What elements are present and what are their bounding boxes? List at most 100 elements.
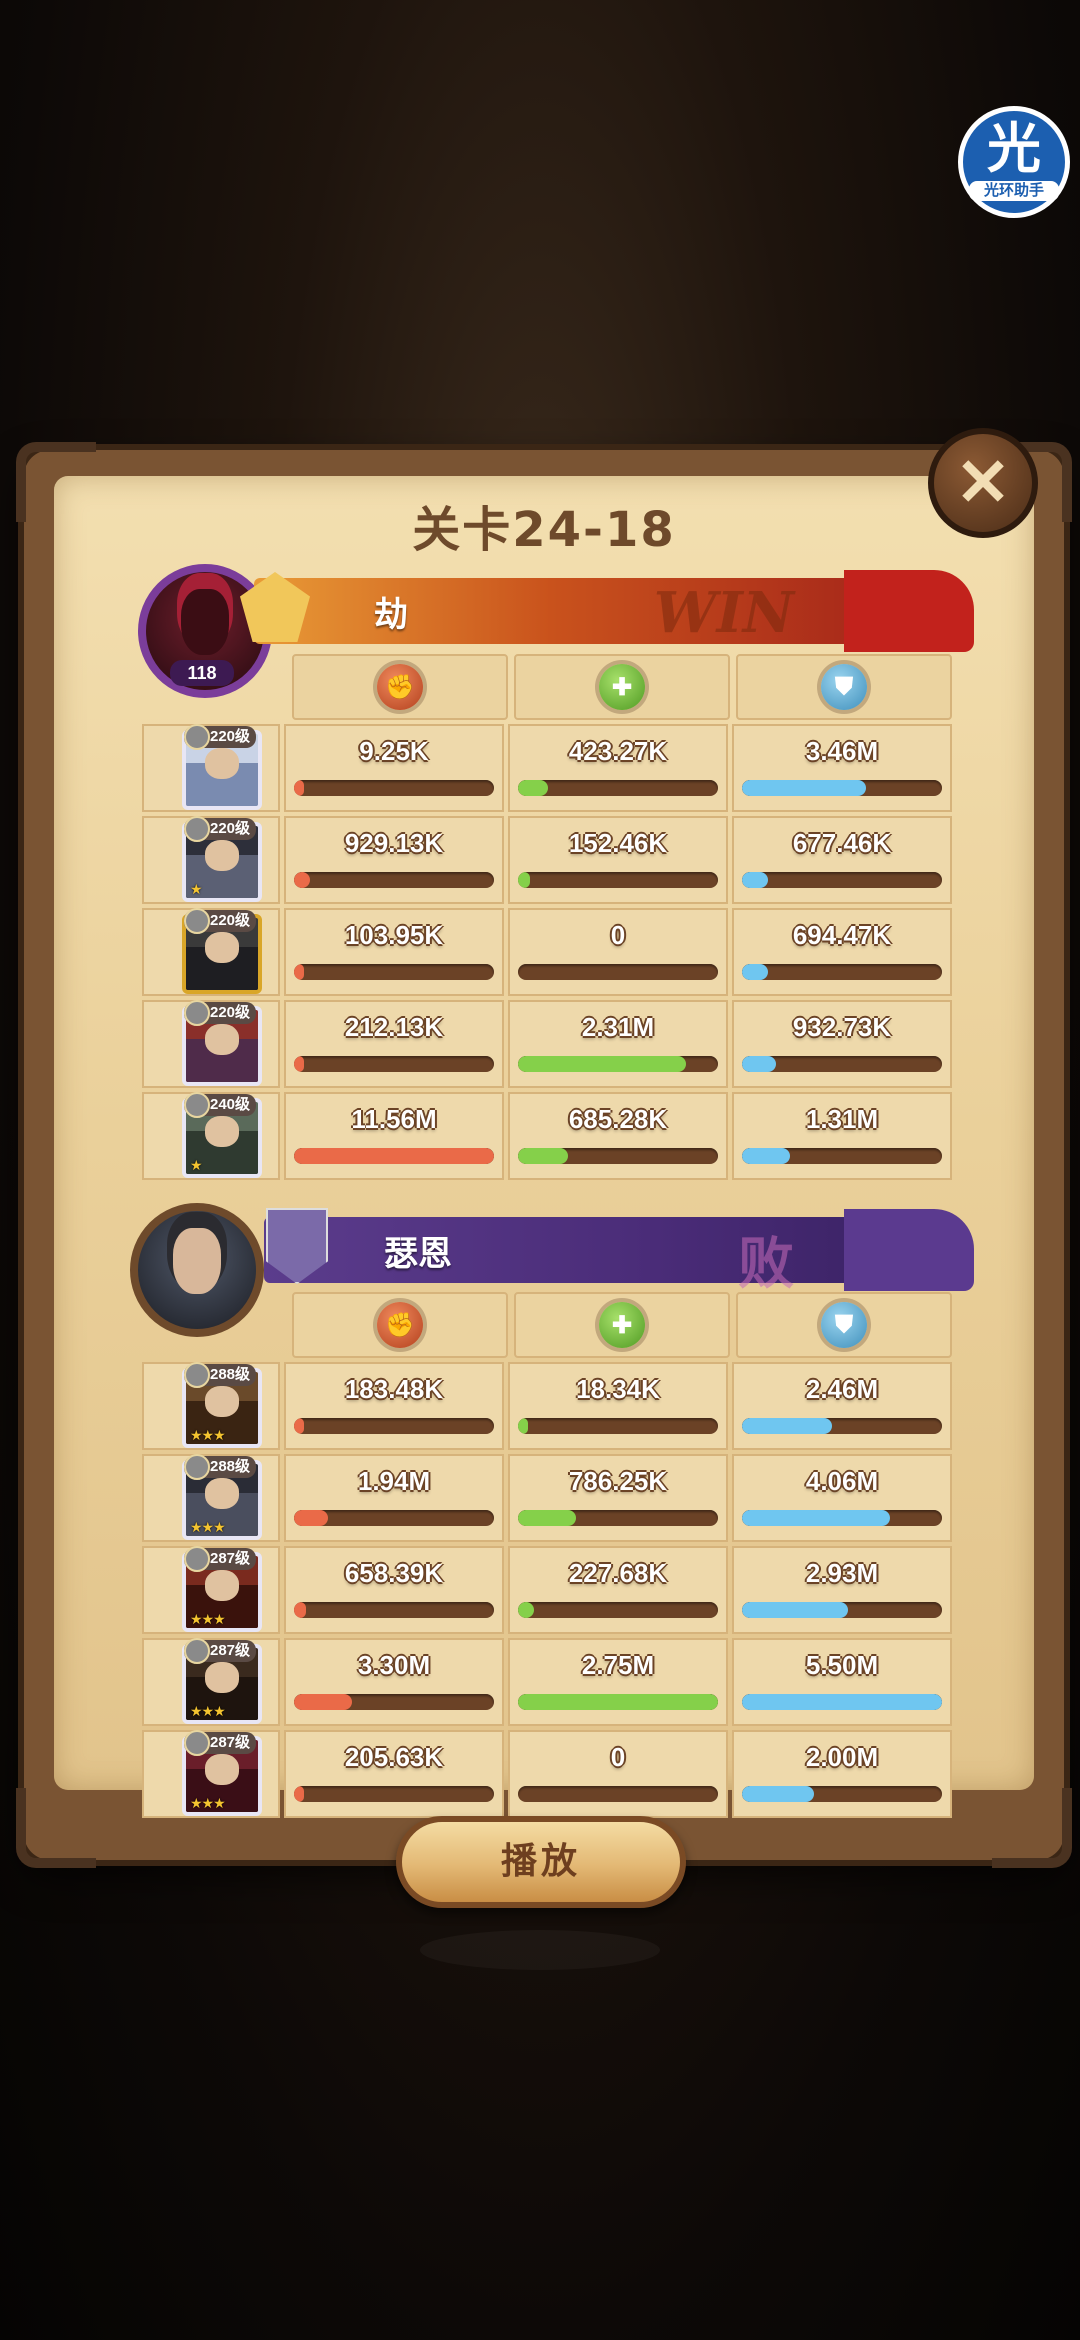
hero-cell: 220级 ★ (142, 816, 280, 904)
portrait-head (204, 1754, 240, 1785)
hero-stat-row: 287级 ★★★ 3.30M 2.75M 5.50M (142, 1638, 952, 1726)
heal-bar-fill (518, 1056, 686, 1072)
heal-value: 0 (610, 1742, 626, 1772)
heal-header: ✚ (514, 1292, 730, 1358)
damage-cell: 1.94M (284, 1454, 504, 1542)
damage-value: 658.39K (344, 1558, 444, 1588)
shield-value: 5.50M (805, 1650, 879, 1680)
shield-bar-fill (742, 1510, 890, 1526)
hero-level-badge: 288级 (184, 1454, 257, 1480)
damage-bar-fill (294, 1786, 304, 1802)
hero-level-badge: 287级 (184, 1730, 257, 1756)
damage-cell: 183.48K (284, 1362, 504, 1450)
heal-bar (518, 872, 718, 888)
watermark-badge: 光 光环助手 (958, 106, 1070, 218)
faction-icon (184, 1730, 210, 1756)
hero-level: 240级 (210, 1096, 251, 1113)
damage-value: 11.56M (351, 1104, 437, 1134)
faction-icon (184, 724, 210, 750)
heal-icon[interactable]: ✚ (599, 1302, 645, 1348)
heal-cell: 2.75M (508, 1638, 728, 1726)
shield-bar-fill (742, 1694, 942, 1710)
hero-stars-icon: ★★★ (190, 1795, 226, 1811)
damage-cell: 658.39K (284, 1546, 504, 1634)
damage-bar (294, 1148, 494, 1164)
portrait-head (204, 1116, 240, 1147)
hero-cell: 287级 ★★★ (142, 1730, 280, 1818)
hero-stars-icon: ★★★ (190, 1611, 226, 1627)
player-avatar[interactable] (130, 1203, 264, 1337)
heal-value: 2.31M (581, 1012, 655, 1042)
hero-level: 287级 (210, 1734, 251, 1751)
hero-level: 220级 (210, 1004, 251, 1021)
heal-bar-fill (518, 780, 548, 796)
hero-level: 287级 (210, 1550, 251, 1567)
close-button[interactable]: ✕ (928, 428, 1038, 538)
heal-bar-fill (518, 1602, 534, 1618)
heal-cell: 0 (508, 1730, 728, 1818)
heal-value: 423.27K (568, 736, 668, 766)
hero-level-badge: 220级 (184, 816, 257, 842)
hero-stars-icon: ★★★ (190, 1427, 226, 1443)
damage-value: 9.25K (359, 736, 429, 766)
hero-level-badge: 240级 (184, 1092, 257, 1118)
stat-header-row: ✊ ✚ ⛊ (292, 1292, 952, 1358)
heal-value: 786.25K (568, 1466, 668, 1496)
shield-value: 694.47K (792, 920, 892, 950)
heal-bar-fill (518, 1418, 528, 1434)
play-button[interactable]: 播放 (396, 1816, 686, 1908)
hero-stat-row: 287级 ★★★ 205.63K 0 2.00M (142, 1730, 952, 1818)
heal-bar-fill (518, 1148, 568, 1164)
avatar-face (173, 1227, 221, 1294)
damage-icon[interactable]: ✊ (377, 664, 423, 710)
hero-cell: 220级 (142, 908, 280, 996)
hero-level-badge: 288级 (184, 1362, 257, 1388)
damage-value: 103.95K (344, 920, 444, 950)
hero-cell: 287级 ★★★ (142, 1638, 280, 1726)
shield-value: 2.46M (805, 1374, 879, 1404)
hero-stat-row: 288级 ★★★ 183.48K 18.34K 2.46M (142, 1362, 952, 1450)
shield-bar-fill (742, 1056, 776, 1072)
damage-bar-fill (294, 1510, 328, 1526)
watermark-text: 光环助手 (969, 181, 1059, 201)
heal-icon[interactable]: ✚ (599, 664, 645, 710)
shield-cell: 932.73K (732, 1000, 952, 1088)
damage-bar (294, 872, 494, 888)
damage-bar-fill (294, 1148, 494, 1164)
heal-value: 227.68K (568, 1558, 668, 1588)
hero-stars-icon: ★★★ (190, 1703, 226, 1719)
heal-bar (518, 1694, 718, 1710)
faction-icon (184, 1546, 210, 1572)
portrait-head (204, 1478, 240, 1509)
result-label: 败 (738, 1232, 794, 1297)
damage-bar (294, 1418, 494, 1434)
shield-bar (742, 1602, 942, 1618)
shield-icon[interactable]: ⛊ (821, 1302, 867, 1348)
shield-cell: 2.00M (732, 1730, 952, 1818)
shield-bar (742, 1056, 942, 1072)
heal-bar-fill (518, 1694, 718, 1710)
damage-bar-fill (294, 1418, 304, 1434)
damage-bar-fill (294, 1056, 304, 1072)
hero-stat-row: 220级 9.25K 423.27K 3.46M (142, 724, 952, 812)
shield-bar (742, 1148, 942, 1164)
damage-header: ✊ (292, 1292, 508, 1358)
shield-cell: 2.46M (732, 1362, 952, 1450)
shield-cell: 694.47K (732, 908, 952, 996)
heal-bar (518, 964, 718, 980)
shield-cell: 2.93M (732, 1546, 952, 1634)
hero-level: 287级 (210, 1642, 251, 1659)
frame-corner (992, 1788, 1072, 1868)
shield-bar-fill (742, 964, 768, 980)
damage-bar (294, 1056, 494, 1072)
hero-stat-row: 240级 ★ 11.56M 685.28K 1.31M (142, 1092, 952, 1180)
shield-value: 932.73K (792, 1012, 892, 1042)
banner-flag (844, 1209, 974, 1291)
shield-icon[interactable]: ⛊ (821, 664, 867, 710)
damage-icon[interactable]: ✊ (377, 1302, 423, 1348)
shield-cell: 4.06M (732, 1454, 952, 1542)
heal-bar (518, 780, 718, 796)
damage-value: 205.63K (344, 1742, 444, 1772)
heal-cell: 2.31M (508, 1000, 728, 1088)
player-level-badge: 118 (170, 660, 234, 686)
